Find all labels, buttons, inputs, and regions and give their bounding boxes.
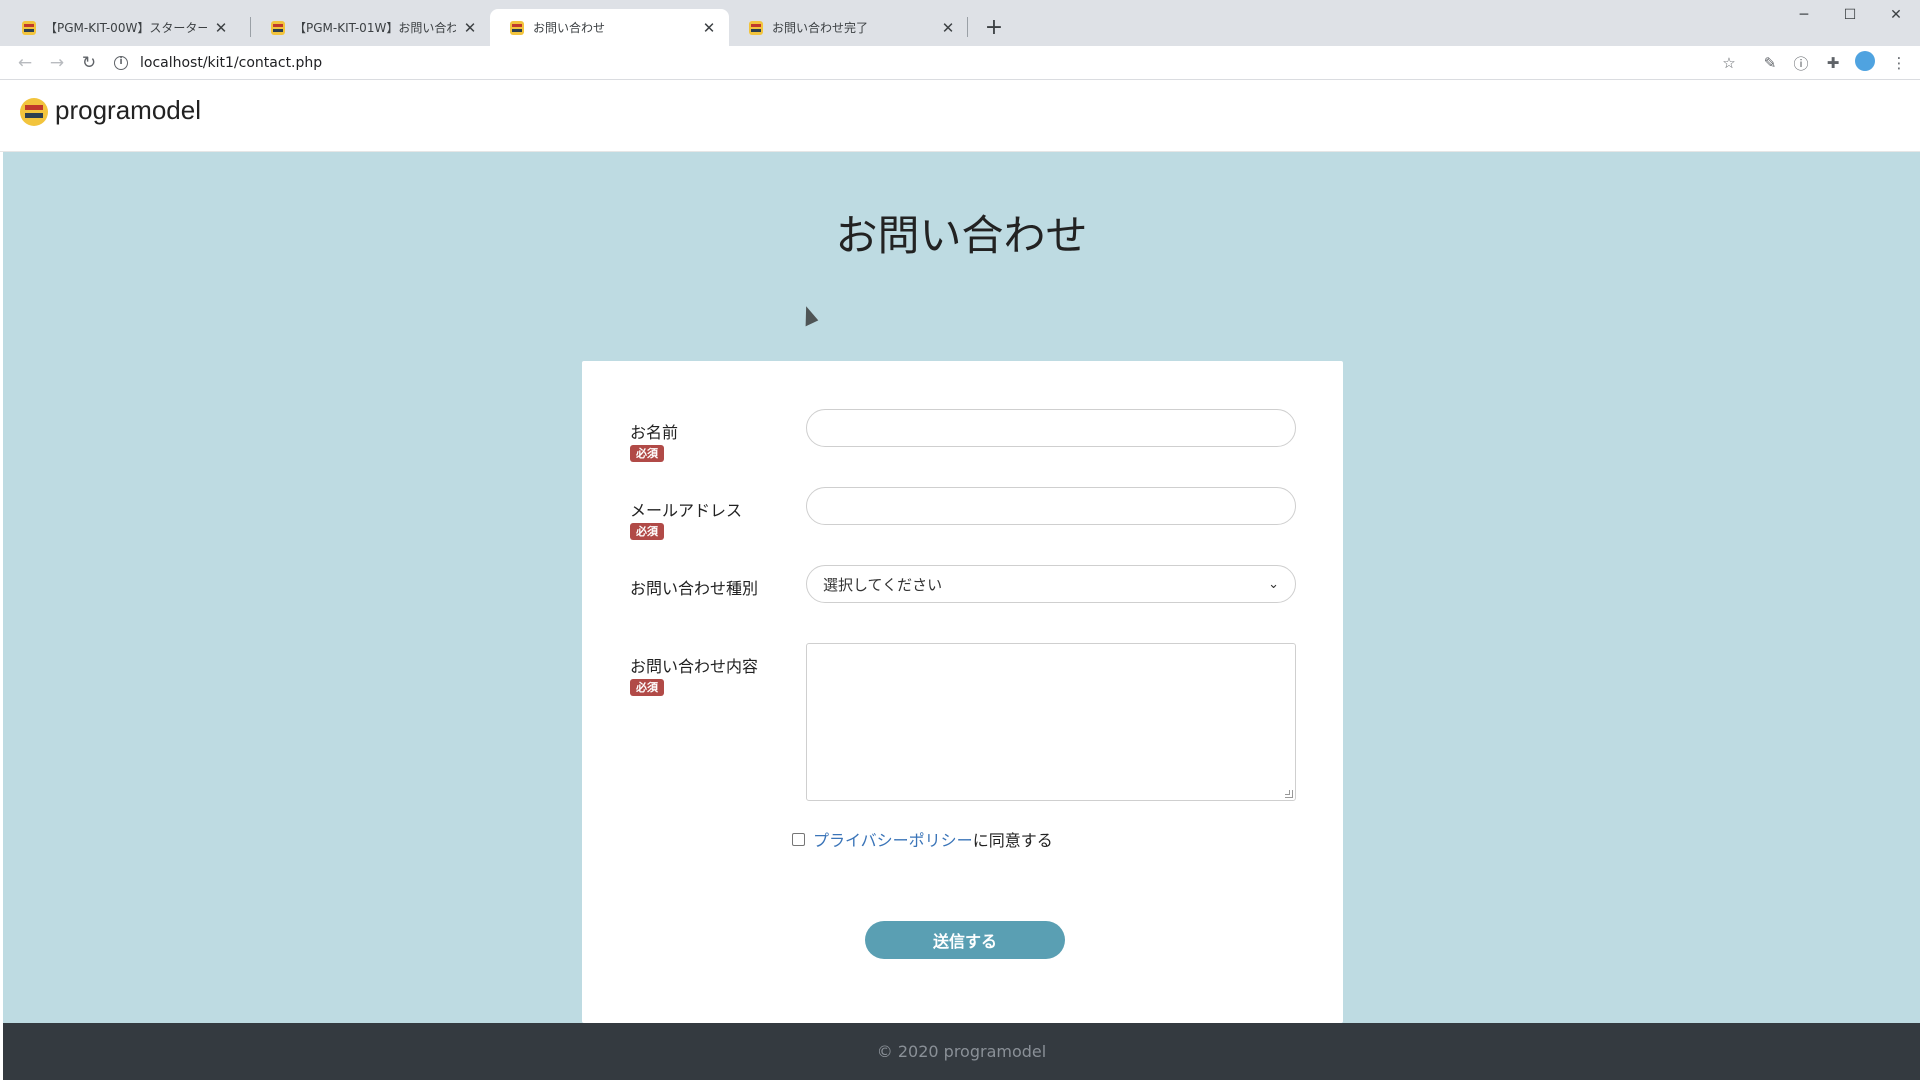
close-icon[interactable]: ✕ — [213, 19, 229, 37]
privacy-checkbox[interactable] — [792, 832, 805, 846]
close-icon[interactable]: ✕ — [940, 19, 956, 37]
submit-button[interactable]: 送信する — [865, 921, 1065, 959]
window-close-icon[interactable]: ✕ — [1873, 0, 1919, 30]
tab-title: 【PGM-KIT-00W】スターターキット_4 | — [45, 21, 207, 35]
maximize-icon[interactable]: ☐ — [1827, 0, 1873, 30]
favicon-icon — [22, 20, 36, 35]
message-textarea[interactable] — [806, 643, 1296, 801]
profile-avatar[interactable] — [1855, 51, 1875, 71]
name-input[interactable] — [806, 409, 1296, 447]
name-label: お名前 — [630, 423, 679, 442]
favicon-icon — [749, 20, 763, 35]
tab-title: 【PGM-KIT-01W】お問い合わせフォー — [294, 21, 456, 35]
privacy-consent: プライバシーポリシー に同意する — [792, 827, 1053, 851]
chevron-down-icon: ⌄ — [1268, 576, 1279, 592]
forward-icon[interactable]: → — [44, 50, 70, 76]
logo-icon[interactable] — [20, 98, 48, 126]
reload-icon[interactable]: ↻ — [76, 50, 102, 76]
browser-tab-active[interactable]: お問い合わせ ✕ — [490, 9, 729, 46]
plus-icon[interactable]: + — [980, 13, 1008, 41]
star-icon[interactable]: ☆ — [1718, 52, 1740, 74]
browser-tab[interactable]: お問い合わせ完了 ✕ — [729, 9, 968, 46]
eyedropper-icon[interactable]: ✎ — [1759, 52, 1781, 74]
page-title: お問い合わせ — [835, 211, 1088, 260]
email-label: メールアドレス — [630, 501, 743, 520]
close-icon[interactable]: ✕ — [701, 19, 717, 37]
address-bar[interactable]: i localhost/kit1/contact.php — [114, 52, 322, 74]
browser-tab-strip: 【PGM-KIT-00W】スターターキット_4 | ✕ 【PGM-KIT-01W… — [0, 0, 1920, 46]
required-badge: 必須 — [630, 523, 664, 540]
favicon-icon — [510, 20, 524, 35]
minimize-icon[interactable]: ─ — [1781, 0, 1827, 30]
close-icon[interactable]: ✕ — [462, 19, 478, 37]
message-label: お問い合わせ内容 — [630, 657, 759, 676]
site-header: programodel — [0, 80, 1920, 152]
privacy-policy-link[interactable]: プライバシーポリシー — [813, 827, 973, 851]
favicon-icon — [271, 20, 285, 35]
copyright-text: © 2020 programodel — [876, 1042, 1047, 1061]
required-badge: 必須 — [630, 679, 664, 696]
brand-name[interactable]: programodel — [55, 95, 201, 126]
browser-tab[interactable]: 【PGM-KIT-01W】お問い合わせフォー ✕ — [251, 9, 490, 46]
tab-title: お問い合わせ完了 — [772, 21, 869, 35]
web-page: programodel お問い合わせ お名前 必須 メールアドレス 必須 お問い… — [0, 80, 1920, 1080]
site-footer: © 2020 programodel — [3, 1023, 1920, 1080]
category-selected-value: 選択してください — [823, 575, 943, 594]
consent-suffix: に同意する — [972, 831, 1053, 850]
tab-title: お問い合わせ — [533, 21, 606, 35]
more-menu-icon[interactable]: ⋮ — [1888, 52, 1910, 74]
back-icon[interactable]: ← — [12, 50, 38, 76]
resize-handle-icon[interactable] — [1285, 790, 1293, 798]
required-badge: 必須 — [630, 445, 664, 462]
extensions-icon[interactable]: ✚ — [1822, 52, 1844, 74]
browser-tab[interactable]: 【PGM-KIT-00W】スターターキット_4 | ✕ — [2, 9, 241, 46]
category-label: お問い合わせ種別 — [630, 579, 759, 598]
extension-info-icon[interactable]: ⓘ — [1790, 52, 1812, 74]
email-input[interactable] — [806, 487, 1296, 525]
browser-toolbar: ← → ↻ i localhost/kit1/contact.php ☆ ✎ ⓘ… — [0, 46, 1920, 80]
category-select[interactable]: 選択してください ⌄ — [806, 565, 1296, 603]
tab-divider — [967, 17, 968, 37]
contact-form-card: お名前 必須 メールアドレス 必須 お問い合わせ種別 選択してください ⌄ お問… — [582, 361, 1343, 1023]
url-text: localhost/kit1/contact.php — [140, 55, 323, 71]
info-icon[interactable]: i — [114, 56, 128, 70]
main-content: お問い合わせ お名前 必須 メールアドレス 必須 お問い合わせ種別 選択してくだ… — [3, 152, 1920, 1023]
